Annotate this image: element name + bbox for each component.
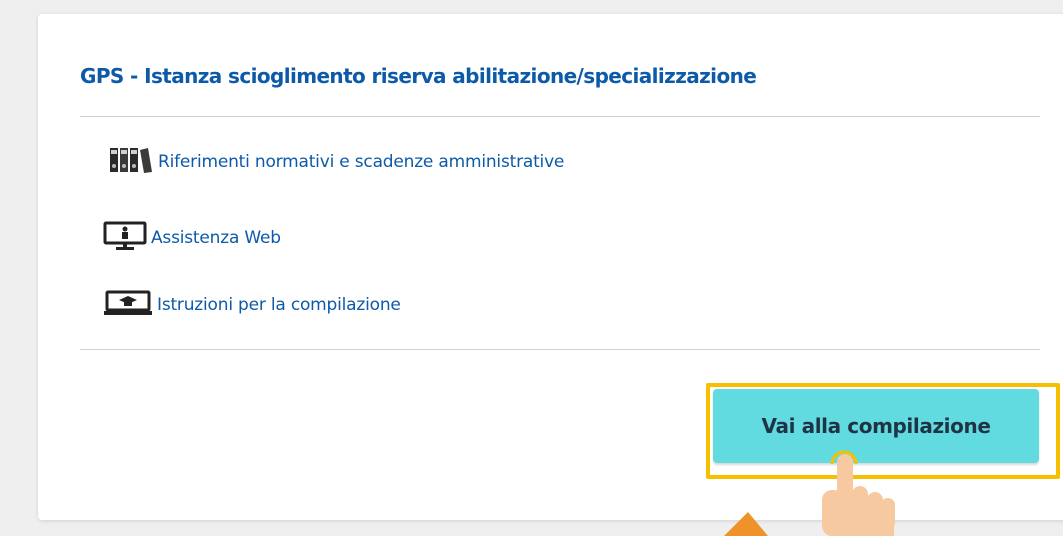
link-istruzioni-compilazione[interactable]: Istruzioni per la compilazione	[103, 289, 401, 321]
tutorial-pointer	[724, 450, 895, 536]
divider-bottom	[80, 349, 1040, 350]
link-riferimenti-normativi[interactable]: Riferimenti normativi e scadenze amminis…	[108, 146, 564, 178]
link-label: Istruzioni per la compilazione	[157, 295, 401, 315]
divider-top	[80, 116, 1040, 117]
binders-icon	[108, 146, 154, 178]
hand-pointer-icon	[822, 454, 895, 536]
web-assistance-monitor-icon	[103, 221, 147, 255]
instructions-monitor-icon	[103, 289, 153, 321]
arrow-icon	[724, 512, 768, 536]
link-label: Riferimenti normativi e scadenze amminis…	[158, 152, 565, 172]
link-label: Assistenza Web	[151, 228, 281, 248]
link-assistenza-web[interactable]: Assistenza Web	[103, 221, 281, 255]
card-title: GPS - Istanza scioglimento riserva abili…	[80, 64, 757, 88]
